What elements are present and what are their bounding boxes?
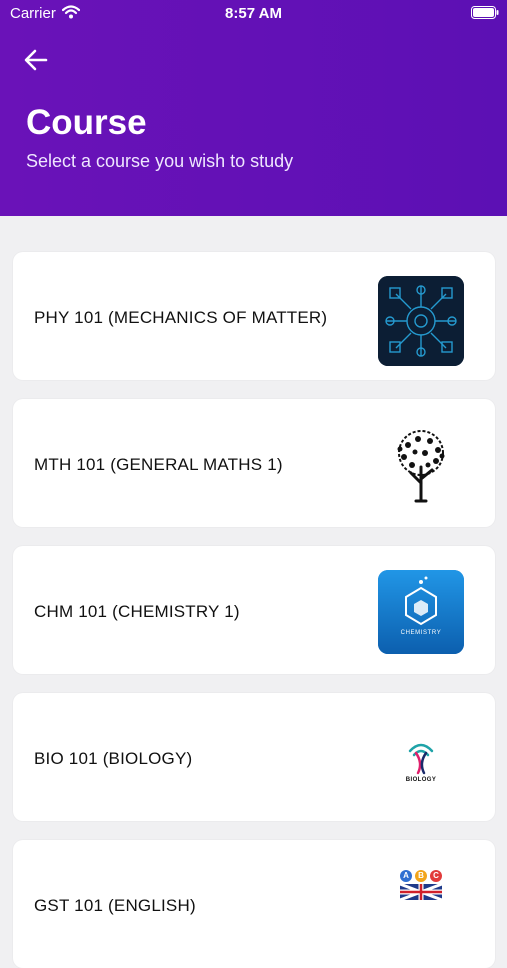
- course-card-chm101[interactable]: CHM 101 (CHEMISTRY 1) CHEMISTRY: [13, 546, 495, 674]
- course-label: CHM 101 (CHEMISTRY 1): [34, 602, 240, 621]
- course-label: GST 101 (ENGLISH): [34, 896, 196, 915]
- course-label: MTH 101 (GENERAL MATHS 1): [34, 455, 283, 474]
- status-bar: Carrier 8:57 AM: [0, 0, 507, 28]
- math-tree-icon: [378, 423, 464, 513]
- course-card-gst101[interactable]: GST 101 (ENGLISH) A B C: [13, 840, 495, 968]
- back-arrow-icon[interactable]: [22, 46, 50, 74]
- course-card-bio101[interactable]: BIO 101 (BIOLOGY) BIOLOGY: [13, 693, 495, 821]
- chemistry-flask-icon: CHEMISTRY: [378, 570, 464, 654]
- chemistry-thumb-text: CHEMISTRY: [400, 630, 442, 636]
- physics-circuit-icon: [378, 276, 464, 366]
- biology-dna-icon: BIOLOGY: [378, 717, 464, 807]
- course-card-mth101[interactable]: MTH 101 (GENERAL MATHS 1): [13, 399, 495, 527]
- course-card-phy101[interactable]: PHY 101 (MECHANICS OF MATTER): [13, 252, 495, 380]
- page-subtitle: Select a course you wish to study: [26, 151, 294, 171]
- english-abc-icon: A B C: [378, 870, 464, 900]
- biology-thumb-text: BIOLOGY: [405, 777, 437, 783]
- battery-icon: [471, 6, 499, 19]
- clock: 8:57 AM: [225, 5, 282, 22]
- course-label: PHY 101 (MECHANICS OF MATTER): [34, 308, 328, 327]
- course-label: BIO 101 (BIOLOGY): [34, 749, 193, 768]
- header: Carrier 8:57 AM Course Select a course y…: [0, 0, 507, 216]
- page-title: Course: [26, 103, 147, 142]
